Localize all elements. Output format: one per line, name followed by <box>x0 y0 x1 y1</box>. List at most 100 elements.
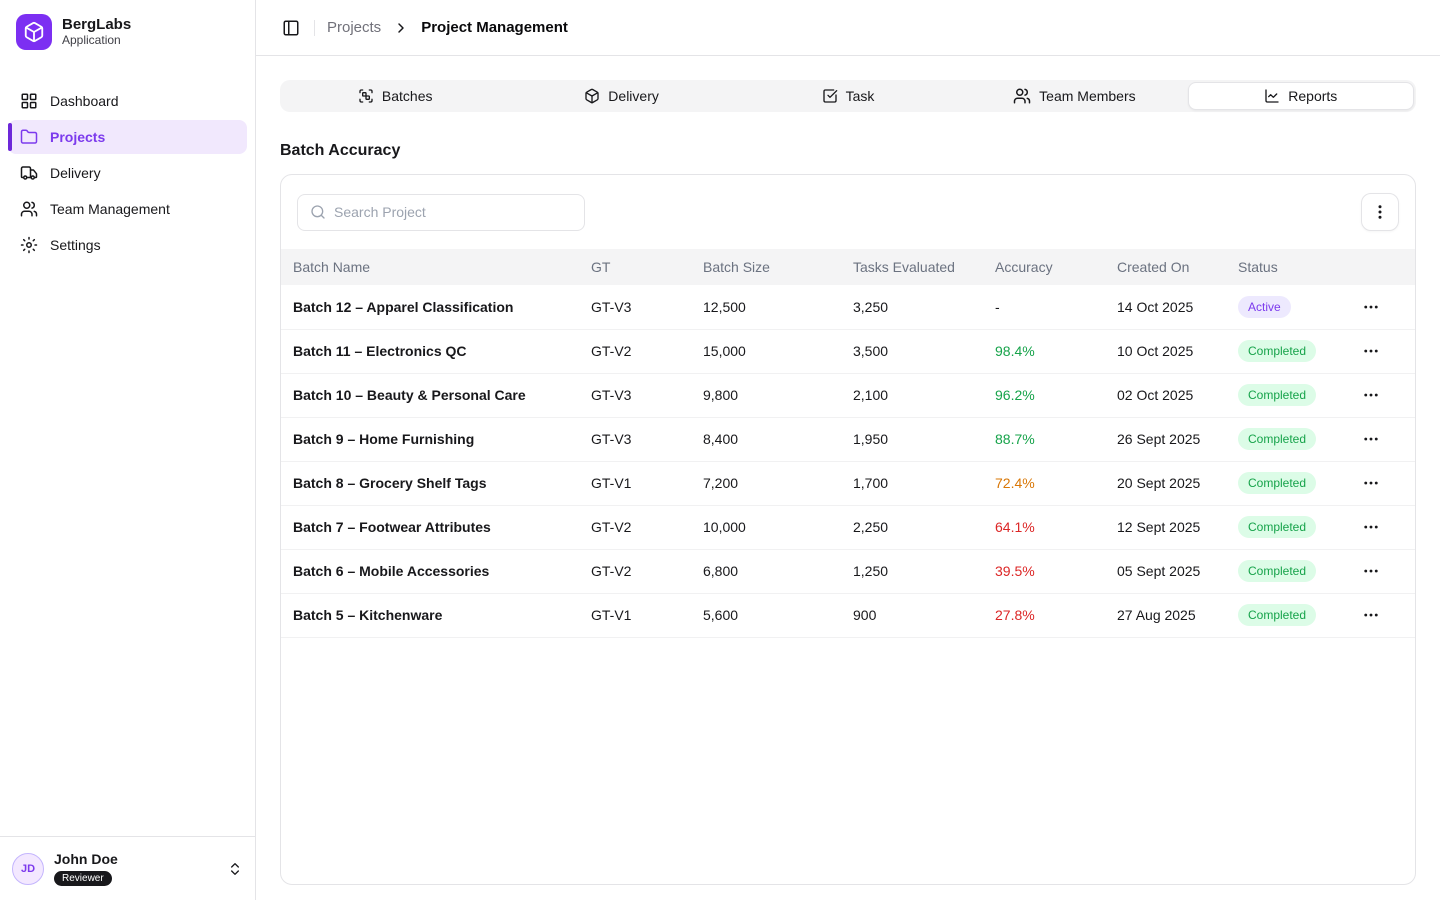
table-row: Batch 6 – Mobile AccessoriesGT-V26,8001,… <box>281 549 1415 593</box>
truck-icon <box>20 164 38 182</box>
sidebar-item-team-management[interactable]: Team Management <box>8 192 247 226</box>
more-horizontal-icon[interactable] <box>1358 294 1384 320</box>
tasks-evaluated: 1,950 <box>845 417 987 461</box>
batch-name: Batch 8 – Grocery Shelf Tags <box>281 461 583 505</box>
column-header: GT <box>583 249 695 285</box>
tasks-evaluated: 1,250 <box>845 549 987 593</box>
sidebar-item-label: Team Management <box>50 201 170 217</box>
tasks-evaluated: 1,700 <box>845 461 987 505</box>
user-role-badge: Reviewer <box>54 871 112 886</box>
gear-icon <box>20 236 38 254</box>
users-icon <box>20 200 38 218</box>
sidebar-item-label: Settings <box>50 237 101 253</box>
created-on: 14 Oct 2025 <box>1109 285 1230 329</box>
batch-size: 5,600 <box>695 593 845 637</box>
more-horizontal-icon[interactable] <box>1358 514 1384 540</box>
square-check-icon <box>822 88 838 104</box>
tab-label: Reports <box>1288 88 1337 104</box>
tab-delivery[interactable]: Delivery <box>508 82 734 110</box>
column-header <box>1350 249 1415 285</box>
sidebar-item-label: Projects <box>50 129 105 145</box>
table-row: Batch 5 – KitchenwareGT-V15,60090027.8%2… <box>281 593 1415 637</box>
table-row: Batch 10 – Beauty & Personal CareGT-V39,… <box>281 373 1415 417</box>
tab-label: Batches <box>382 88 433 104</box>
search-input[interactable] <box>334 204 572 220</box>
batch-name: Batch 6 – Mobile Accessories <box>281 549 583 593</box>
accuracy-value: 72.4% <box>995 475 1035 491</box>
sidebar-toggle-icon[interactable] <box>280 17 302 39</box>
gt-version: GT-V2 <box>583 549 695 593</box>
sidebar-nav: Dashboard Projects Delivery Team Management… <box>0 66 255 262</box>
status-badge: Completed <box>1238 560 1316 582</box>
column-header: Status <box>1230 249 1350 285</box>
tab-task[interactable]: Task <box>735 82 961 110</box>
accuracy-value: 64.1% <box>995 519 1035 535</box>
created-on: 05 Sept 2025 <box>1109 549 1230 593</box>
status-badge: Completed <box>1238 472 1316 494</box>
sidebar-item-settings[interactable]: Settings <box>8 228 247 262</box>
brand-name: BergLabs <box>62 16 131 33</box>
created-on: 27 Aug 2025 <box>1109 593 1230 637</box>
more-horizontal-icon[interactable] <box>1358 382 1384 408</box>
tab-batches[interactable]: Batches <box>282 82 508 110</box>
package-icon <box>584 88 600 104</box>
brand-subtitle: Application <box>62 33 131 47</box>
batch-size: 7,200 <box>695 461 845 505</box>
batch-size: 6,800 <box>695 549 845 593</box>
folder-icon <box>20 128 38 146</box>
table-row: Batch 7 – Footwear AttributesGT-V210,000… <box>281 505 1415 549</box>
created-on: 26 Sept 2025 <box>1109 417 1230 461</box>
tab-team-members[interactable]: Team Members <box>961 82 1187 110</box>
gt-version: GT-V1 <box>583 593 695 637</box>
more-horizontal-icon[interactable] <box>1358 558 1384 584</box>
avatar: JD <box>12 853 44 885</box>
table-header-row: Batch NameGTBatch SizeTasks EvaluatedAcc… <box>281 249 1415 285</box>
column-header: Created On <box>1109 249 1230 285</box>
table-row: Batch 8 – Grocery Shelf TagsGT-V17,2001,… <box>281 461 1415 505</box>
more-horizontal-icon[interactable] <box>1358 426 1384 452</box>
chevrons-up-down-icon[interactable] <box>227 861 243 877</box>
topbar: Projects Project Management <box>256 0 1440 56</box>
gt-version: GT-V3 <box>583 417 695 461</box>
accuracy-value: - <box>995 299 1000 315</box>
created-on: 20 Sept 2025 <box>1109 461 1230 505</box>
sidebar-item-delivery[interactable]: Delivery <box>8 156 247 190</box>
created-on: 02 Oct 2025 <box>1109 373 1230 417</box>
created-on: 10 Oct 2025 <box>1109 329 1230 373</box>
more-horizontal-icon[interactable] <box>1358 470 1384 496</box>
gt-version: GT-V1 <box>583 461 695 505</box>
accuracy-value: 96.2% <box>995 387 1035 403</box>
tasks-evaluated: 3,250 <box>845 285 987 329</box>
sidebar: BergLabs Application Dashboard Projects De… <box>0 0 256 900</box>
more-vertical-icon[interactable] <box>1361 193 1399 231</box>
sidebar-item-dashboard[interactable]: Dashboard <box>8 84 247 118</box>
more-horizontal-icon[interactable] <box>1358 602 1384 628</box>
tab-label: Team Members <box>1039 88 1135 104</box>
search-icon <box>310 204 326 220</box>
more-horizontal-icon[interactable] <box>1358 338 1384 364</box>
user-name: John Doe <box>54 851 118 868</box>
tab-label: Delivery <box>608 88 659 104</box>
breadcrumb-parent[interactable]: Projects <box>327 19 381 36</box>
batch-size: 12,500 <box>695 285 845 329</box>
batch-name: Batch 5 – Kitchenware <box>281 593 583 637</box>
tasks-evaluated: 2,250 <box>845 505 987 549</box>
grid-icon <box>20 92 38 110</box>
breadcrumb-current: Project Management <box>421 19 568 36</box>
column-header: Batch Name <box>281 249 583 285</box>
batch-size: 15,000 <box>695 329 845 373</box>
column-header: Accuracy <box>987 249 1109 285</box>
accuracy-value: 98.4% <box>995 343 1035 359</box>
tasks-evaluated: 2,100 <box>845 373 987 417</box>
sidebar-item-projects[interactable]: Projects <box>8 120 247 154</box>
tab-reports[interactable]: Reports <box>1188 82 1414 110</box>
gt-version: GT-V2 <box>583 329 695 373</box>
gt-version: GT-V3 <box>583 373 695 417</box>
gt-version: GT-V3 <box>583 285 695 329</box>
user-menu[interactable]: JD John Doe Reviewer <box>0 836 255 900</box>
brand-logo-icon <box>16 14 52 50</box>
table-row: Batch 9 – Home FurnishingGT-V38,4001,950… <box>281 417 1415 461</box>
search-box <box>297 194 585 231</box>
column-header: Tasks Evaluated <box>845 249 987 285</box>
chevron-right-icon <box>393 20 409 36</box>
